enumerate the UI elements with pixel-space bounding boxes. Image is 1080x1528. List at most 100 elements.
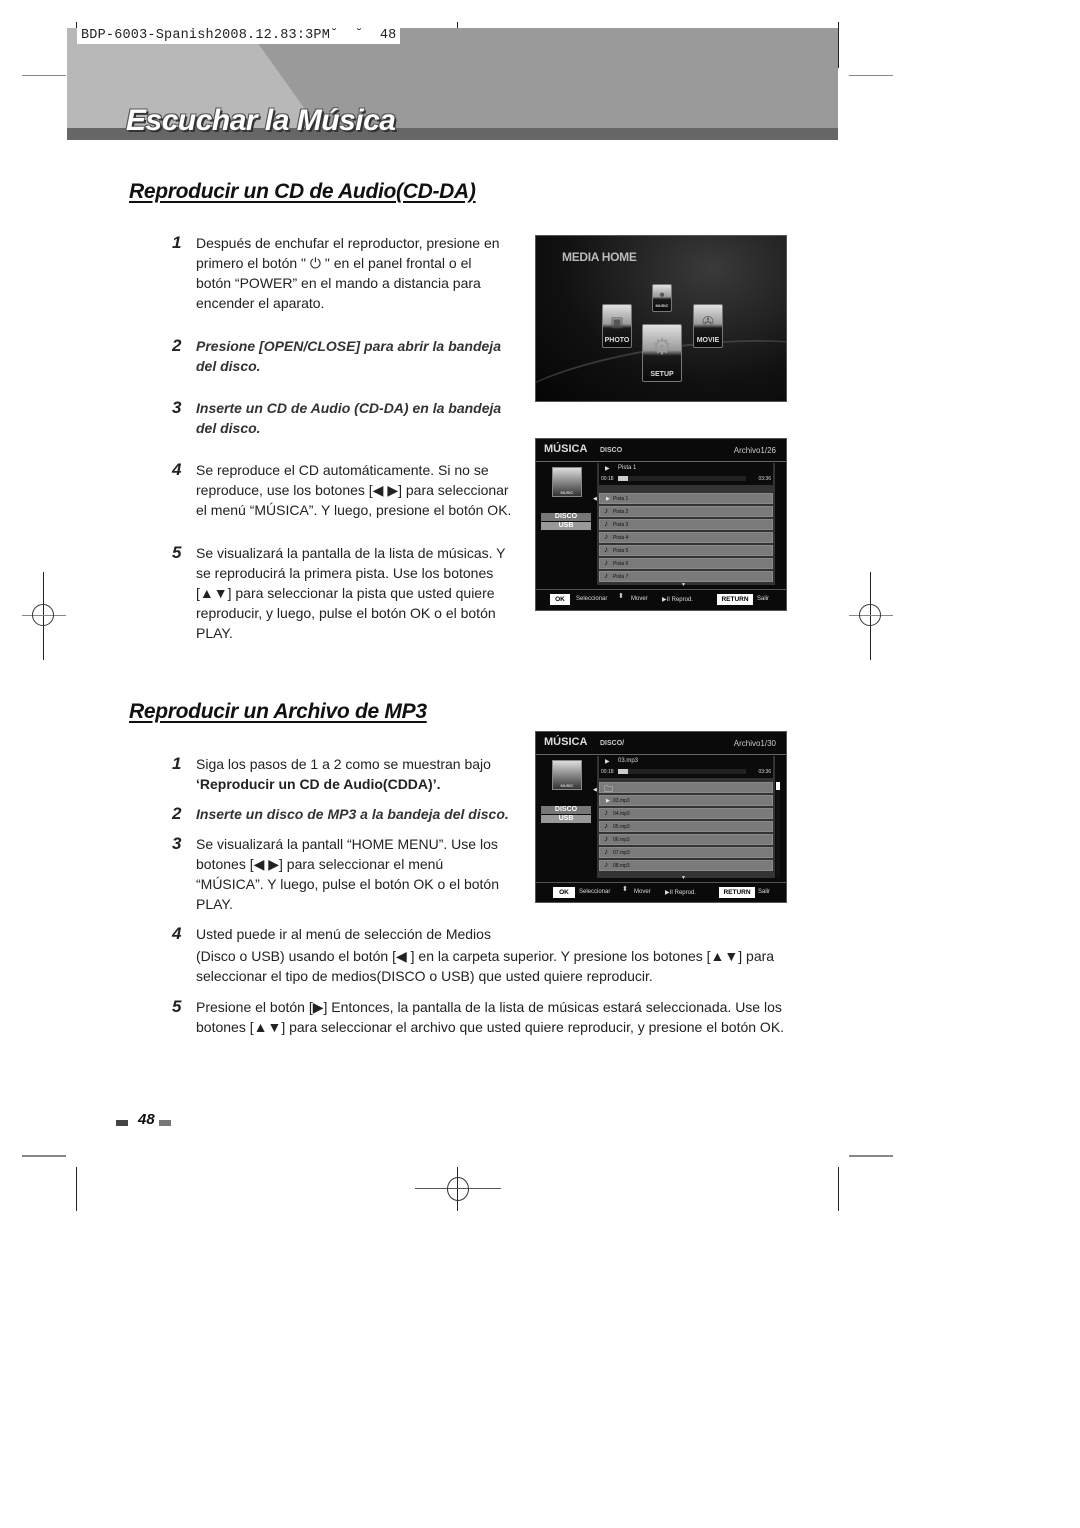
music-note-icon: ♪ [604, 558, 608, 567]
crop-mark [76, 1167, 77, 1211]
mp3-step-5: 5 Presione el botón [▶] Entonces, la pan… [172, 997, 796, 1037]
progress-fill [618, 476, 629, 481]
list-item[interactable]: ▶ Pista 1 [599, 493, 773, 504]
crop-mark [849, 1155, 893, 1157]
step-line: primero el botón " ⏻ " en el panel front… [196, 255, 472, 271]
list-item-label: Pista 1 [613, 496, 629, 502]
page-number-bar-left [116, 1120, 128, 1126]
cd-step-1: 1 Después de enchufar el reproductor, pr… [172, 233, 516, 313]
list-item-label: Pista 6 [613, 561, 629, 567]
step-line: botones [▲▼] para seleccionar el archivo… [196, 1019, 785, 1035]
microphone-icon: ● [658, 289, 666, 301]
list-item-label: 05.mp3 [613, 824, 630, 830]
step-line: “MÚSICA”. Y luego, pulse el botón OK o e… [196, 876, 499, 892]
music-icon: MUSIC [552, 760, 582, 790]
list-item[interactable]: ♪ Pista 7 [599, 571, 773, 582]
section-title-mp3: Reproducir un Archivo de MP3 [129, 700, 427, 723]
elapsed-time: 00:18 [601, 476, 614, 482]
play-icon: ▶ [605, 759, 610, 765]
music-note-icon: ♪ [604, 834, 608, 843]
music-note-icon: ♪ [604, 808, 608, 817]
screen-header: MÚSICA DISCO/ Archivo1/30 [536, 732, 786, 755]
media-usb[interactable]: USB [541, 522, 591, 530]
ok-key: OK [550, 594, 570, 605]
photo-icon: ▣ [610, 313, 624, 330]
page-number-bar-right [159, 1120, 171, 1126]
step-line: (Disco o USB) usando el botón [◀ ] en la… [196, 948, 775, 964]
step-line: encender el aparato. [196, 295, 325, 311]
list-item[interactable]: 🗀 [599, 782, 773, 794]
list-item[interactable]: ♪ Pista 6 [599, 558, 773, 569]
exit-hint: Salir [758, 889, 771, 895]
step-line: ‘Reproducir un CD de Audio(CDDA)’. [196, 776, 441, 792]
step-number: 4 [172, 924, 182, 943]
now-playing-title: Pista 1 [618, 465, 637, 471]
now-playing: ▶ 03.mp3 00:18 03:36 [599, 756, 773, 778]
step-number: 3 [172, 398, 182, 417]
scroll-down-icon[interactable]: ▼ [681, 582, 686, 588]
cd-step-5: 5 Se visualizará la pantalla de la lista… [172, 543, 516, 643]
list-item[interactable]: ♪ 05.mp3 [599, 821, 773, 832]
step-line: el menú “MÚSICA”. Y luego, presione el b… [196, 502, 512, 518]
step-number: 2 [172, 336, 182, 355]
step-line: Después de enchufar el reproductor, pres… [196, 235, 500, 251]
list-item[interactable]: ▶ 03.mp3 [599, 795, 773, 806]
music-note-icon: ♪ [604, 821, 608, 830]
list-item[interactable]: ♪ 06.mp3 [599, 834, 773, 845]
step-line: Se visualizará la pantalla de la lista d… [196, 545, 506, 561]
return-key: RETURN [717, 594, 753, 605]
list-item[interactable]: ♪ Pista 2 [599, 506, 773, 517]
music-note-icon: ♪ [604, 860, 608, 869]
file-counter: Archivo1/30 [733, 739, 776, 748]
list-item[interactable]: ♪ Pista 3 [599, 519, 773, 530]
page-number: 48 [138, 1111, 155, 1128]
crop-mark [838, 22, 839, 68]
play-hint: ▶II Reprod. [665, 890, 696, 896]
music-note-icon: ♪ [604, 847, 608, 856]
music-note-icon: ♪ [604, 532, 608, 541]
scrollbar[interactable] [776, 782, 780, 877]
media-disco[interactable]: DISCO [541, 513, 591, 521]
list-item[interactable]: ♪ 04.mp3 [599, 808, 773, 819]
play-icon: ▶ [606, 496, 610, 502]
media-usb[interactable]: USB [541, 815, 591, 823]
step-number: 1 [172, 233, 182, 252]
list-item-label: Pista 4 [613, 535, 629, 541]
step-line: Siga los pasos de 1 a 2 como se muestran… [196, 756, 491, 772]
list-item[interactable]: ♪ Pista 5 [599, 545, 773, 556]
media-disco[interactable]: DISCO [541, 806, 591, 814]
step-number: 4 [172, 460, 182, 479]
list-item-label: Pista 2 [613, 509, 629, 515]
step-line: se reproducirá la primera pista. Use los… [196, 565, 494, 581]
step-line: Usted puede ir al menú de selección de M… [196, 926, 491, 942]
list-item[interactable]: ♪ 07.mp3 [599, 847, 773, 858]
file-counter: Archivo1/26 [733, 446, 776, 455]
progress-bar [618, 476, 746, 481]
tile-movie: ✇ MOVIE [693, 304, 723, 348]
step-line: Inserte un disco de MP3 a la bandeja del… [196, 806, 509, 822]
step-line: Presione el botón [▶] Entonces, la panta… [196, 999, 782, 1015]
step-number: 1 [172, 754, 182, 773]
play-icon: ▶ [606, 798, 610, 804]
registration-mark [447, 1177, 469, 1201]
list-item-label: 07.mp3 [613, 850, 630, 856]
list-item-label: Pista 7 [613, 574, 629, 580]
mp3-step-4: 4 Usted puede ir al menú de selección de… [172, 924, 796, 986]
screen-title: MÚSICA [544, 736, 588, 748]
list-item-label: 04.mp3 [613, 811, 630, 817]
crop-mark [22, 75, 66, 76]
cd-step-4: 4 Se reproduce el CD automáticamente. Si… [172, 460, 516, 520]
now-playing-title: 03.mp3 [618, 758, 639, 764]
music-note-icon: ♪ [604, 506, 608, 515]
print-slug: BDP-6003-Spanish2008.12.83:3PM˘ ˘ 48 [77, 28, 401, 44]
list-item[interactable]: ♪ Pista 4 [599, 532, 773, 543]
list-item[interactable]: ♪ 08.mp3 [599, 860, 773, 871]
cd-step-3: 3 Inserte un CD de Audio (CD-DA) en la b… [172, 398, 516, 438]
screen-footer: OK Seleccionar ⬍ Mover ▶II Reprod. RETUR… [536, 882, 786, 902]
scrollbar-thumb[interactable] [776, 782, 780, 790]
list-item-label: 08.mp3 [613, 863, 630, 869]
step-line: botones [◀ ▶] para seleccionar el menú [196, 856, 444, 872]
cd-step-2: 2 Presione [OPEN/CLOSE] para abrir la ba… [172, 336, 516, 376]
scroll-down-icon[interactable]: ▼ [681, 875, 686, 881]
mp3-step-1: 1 Siga los pasos de 1 a 2 como se muestr… [172, 754, 516, 794]
